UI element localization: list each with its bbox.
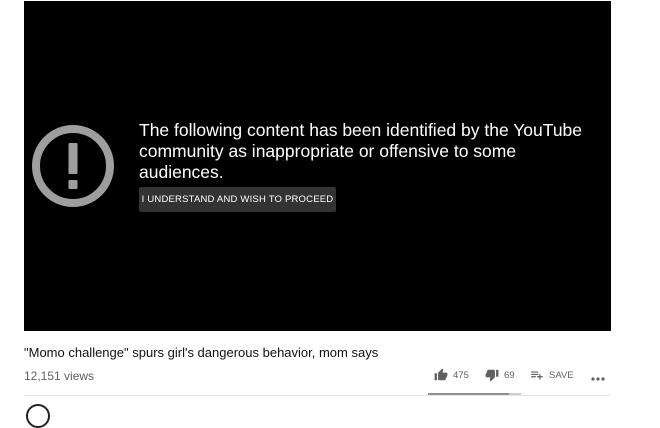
like-count: 475 <box>453 369 469 381</box>
like-button[interactable]: 475 <box>434 368 469 382</box>
proceed-button[interactable]: I UNDERSTAND AND WISH TO PROCEED <box>139 187 336 212</box>
view-count: 12,151 views <box>24 369 95 383</box>
save-label: SAVE <box>549 369 574 381</box>
exclamation-circle-icon <box>32 125 114 207</box>
dislike-button[interactable]: 69 <box>485 368 515 382</box>
video-player[interactable]: The following content has been identifie… <box>24 1 611 331</box>
thumbs-up-icon <box>434 368 448 381</box>
divider <box>24 395 611 396</box>
more-options-icon[interactable] <box>590 370 606 384</box>
thumbs-down-icon <box>485 369 499 382</box>
playlist-add-icon <box>531 371 543 380</box>
warning-message: The following content has been identifie… <box>139 120 583 182</box>
dislike-count: 69 <box>504 369 515 381</box>
video-title: "Momo challenge" spurs girl's dangerous … <box>24 345 379 360</box>
save-button[interactable]: SAVE <box>530 368 574 382</box>
